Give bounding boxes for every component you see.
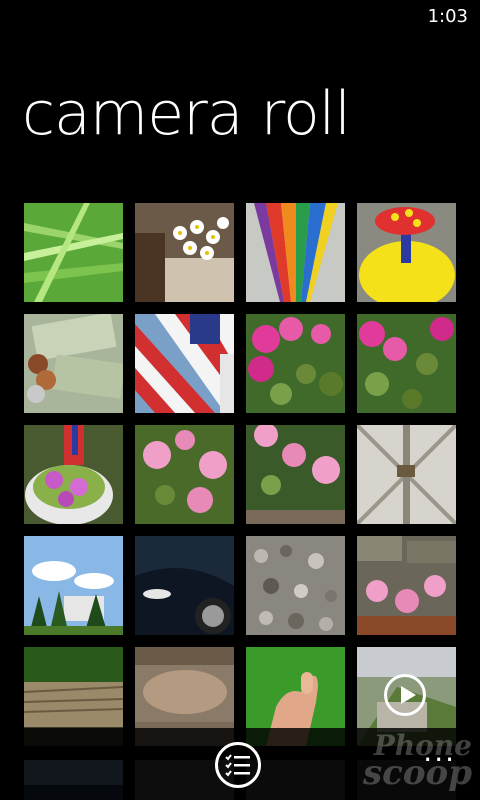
photo-thumbnail[interactable] xyxy=(24,203,123,302)
photo-thumbnail[interactable] xyxy=(135,425,234,524)
app-bar: Phone scoop ... xyxy=(0,728,480,800)
photo-thumbnail[interactable] xyxy=(246,203,345,302)
photo-thumbnail[interactable] xyxy=(24,425,123,524)
photo-thumbnail[interactable] xyxy=(135,203,234,302)
photo-thumbnail[interactable] xyxy=(357,203,456,302)
photo-thumbnail[interactable] xyxy=(135,536,234,635)
list-icon[interactable] xyxy=(215,742,261,788)
photo-thumbnail[interactable] xyxy=(357,314,456,413)
photo-thumbnail[interactable] xyxy=(246,425,345,524)
photo-thumbnail[interactable] xyxy=(246,314,345,413)
photo-thumbnail[interactable] xyxy=(246,536,345,635)
play-icon xyxy=(384,674,426,716)
page-title: camera roll xyxy=(22,79,351,149)
status-bar: 1:03 xyxy=(0,0,480,32)
photo-thumbnail[interactable] xyxy=(357,536,456,635)
photo-thumbnail[interactable] xyxy=(357,425,456,524)
photo-thumbnail[interactable] xyxy=(24,536,123,635)
photo-thumbnail[interactable] xyxy=(24,314,123,413)
status-time: 1:03 xyxy=(427,6,468,27)
photo-thumbnail[interactable] xyxy=(135,314,234,413)
more-dots-icon[interactable]: ... xyxy=(423,738,456,766)
